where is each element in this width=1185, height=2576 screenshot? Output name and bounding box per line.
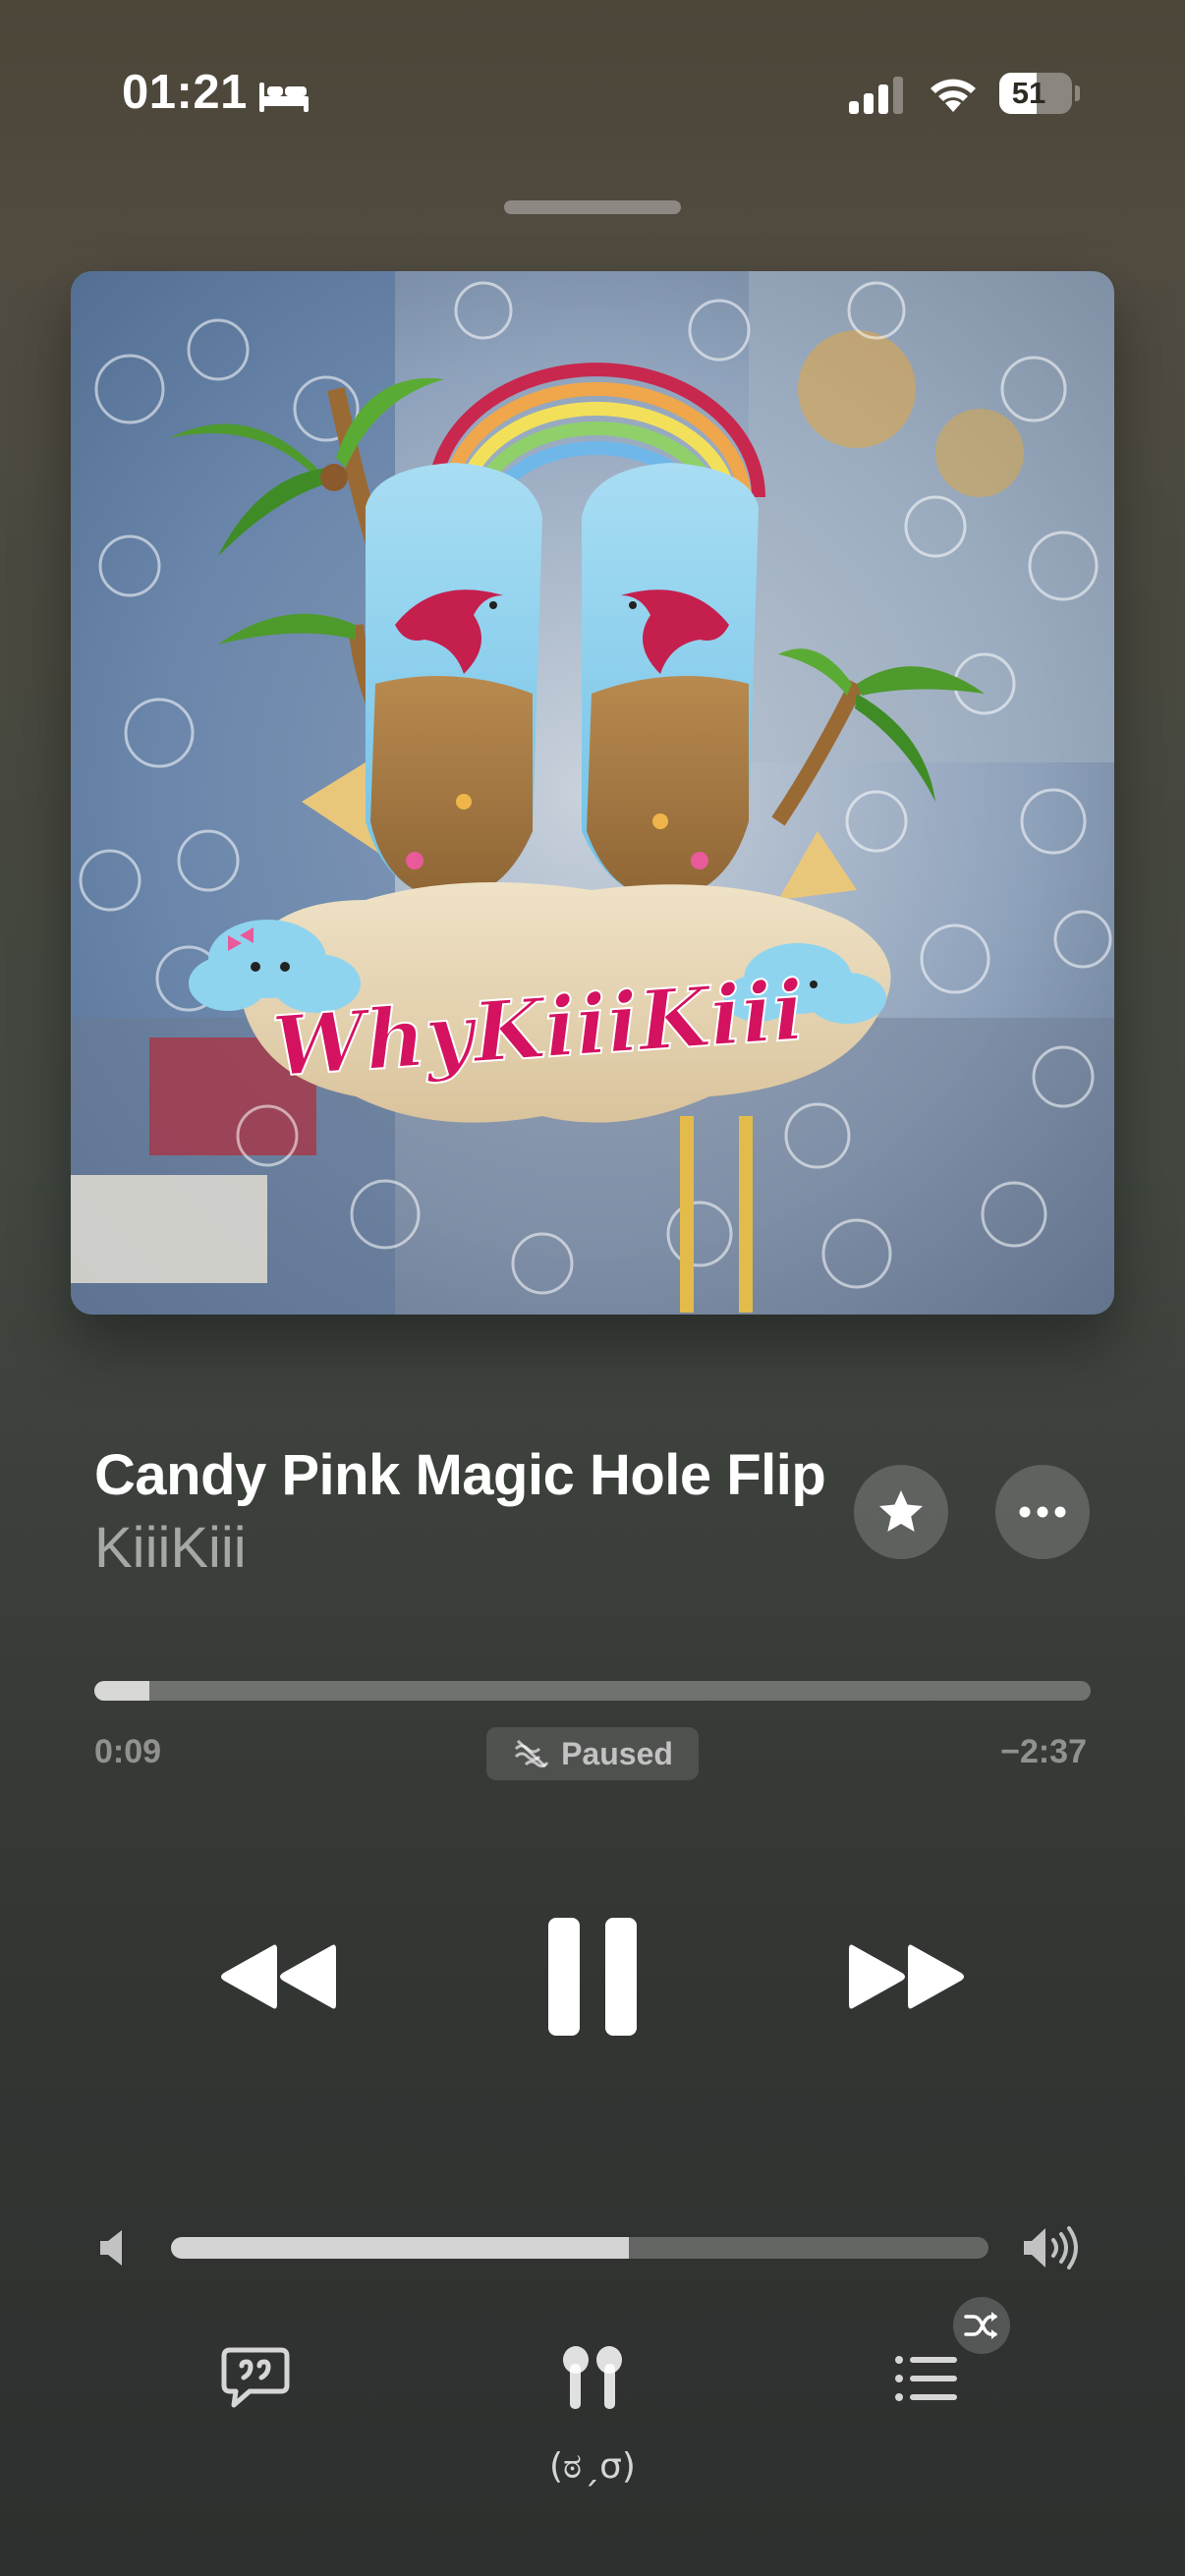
favorite-button[interactable] bbox=[854, 1465, 948, 1559]
pause-icon[interactable] bbox=[546, 1916, 639, 2038]
shuffle-button[interactable] bbox=[953, 2297, 1010, 2354]
cellular-signal-icon bbox=[849, 77, 903, 114]
battery-percentage: 51 bbox=[1011, 76, 1046, 110]
playback-state-label: Paused bbox=[561, 1735, 673, 1771]
track-artist[interactable]: KiiiKiii bbox=[94, 1511, 247, 1586]
bed-icon bbox=[259, 83, 309, 112]
rewind-icon[interactable] bbox=[216, 1937, 338, 2016]
wifi-icon bbox=[931, 79, 976, 112]
ellipsis-icon bbox=[1019, 1506, 1066, 1518]
lyrics-icon[interactable] bbox=[220, 2346, 291, 2411]
track-title: Candy Pink Magic Hole Flip Flop bbox=[94, 1443, 827, 1507]
volume-fill bbox=[171, 2237, 629, 2259]
lossless-off-icon bbox=[515, 1739, 549, 1768]
queue-icon[interactable] bbox=[894, 2354, 959, 2403]
shuffle-icon bbox=[964, 2312, 997, 2339]
elapsed-time: 0:09 bbox=[94, 1733, 162, 1770]
more-button[interactable] bbox=[995, 1465, 1090, 1559]
volume-slider[interactable] bbox=[171, 2237, 988, 2259]
airpods-icon[interactable] bbox=[560, 2344, 625, 2413]
album-artwork: WhyKiiiKiii bbox=[71, 271, 1114, 1315]
fast-forward-icon[interactable] bbox=[847, 1937, 969, 2016]
battery-indicator: 51 bbox=[999, 73, 1080, 114]
speaker-low-icon bbox=[100, 2230, 122, 2266]
playback-progress-fill bbox=[94, 1681, 149, 1701]
playback-state-badge: Paused bbox=[486, 1727, 699, 1780]
speaker-high-icon bbox=[1024, 2226, 1078, 2269]
sheet-grabber[interactable] bbox=[504, 200, 681, 214]
status-time: 01:21 bbox=[122, 66, 248, 119]
remaining-time: −2:37 bbox=[1000, 1733, 1087, 1770]
star-icon bbox=[879, 1490, 923, 1532]
track-title-container: Candy Pink Magic Hole Flip Flop bbox=[94, 1440, 827, 1511]
playback-scrubber[interactable] bbox=[94, 1681, 1091, 1701]
audio-device-label: (ಠˏσ) bbox=[549, 2446, 636, 2487]
